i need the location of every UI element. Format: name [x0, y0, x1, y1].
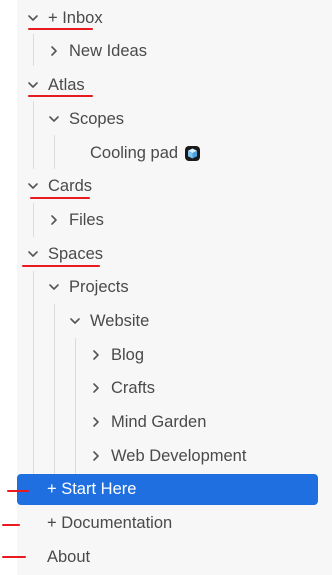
- tree-item-about[interactable]: About: [17, 541, 318, 573]
- chevron-down-icon[interactable]: [47, 280, 61, 294]
- tree-item-label: + Documentation: [47, 513, 173, 532]
- chevron-down-icon[interactable]: [26, 11, 40, 25]
- chevron-right-icon[interactable]: [47, 213, 61, 227]
- chevron-down-icon[interactable]: [68, 314, 82, 328]
- tree-item-label: About: [47, 547, 91, 566]
- tree-item-label: Spaces: [48, 244, 104, 263]
- tree-item-label: Crafts: [111, 378, 156, 397]
- chevron-right-icon[interactable]: [89, 348, 103, 362]
- annotation-dash: [2, 524, 20, 526]
- tree-item-cooling-pad[interactable]: Cooling pad: [17, 137, 318, 169]
- tree-item-crafts[interactable]: Crafts: [17, 372, 318, 404]
- cube-icon: [184, 145, 201, 162]
- tree-item-label: Files: [69, 210, 104, 229]
- tree-item-web-development[interactable]: Web Development: [17, 440, 318, 472]
- chevron-right-icon[interactable]: [89, 415, 103, 429]
- tree-item-label: Website: [90, 311, 150, 330]
- tree-item-label: + Inbox: [48, 8, 103, 27]
- annotation-underline: [28, 28, 93, 30]
- tree-item-label: Cooling pad: [90, 143, 179, 162]
- tree-item-files[interactable]: Files: [17, 204, 318, 236]
- tree-item-mind-garden[interactable]: Mind Garden: [17, 406, 318, 438]
- chevron-down-icon[interactable]: [26, 247, 40, 261]
- tree-item-label: Cards: [48, 176, 93, 195]
- tree-item-scopes[interactable]: Scopes: [17, 103, 318, 135]
- annotation-underline: [30, 197, 90, 199]
- chevron-right-icon[interactable]: [89, 449, 103, 463]
- tree-item-label: Blog: [111, 345, 145, 364]
- tree-item-label: + Start Here: [47, 480, 137, 498]
- chevron-right-icon[interactable]: [47, 44, 61, 58]
- chevron-down-icon[interactable]: [47, 112, 61, 126]
- chevron-down-icon[interactable]: [26, 179, 40, 193]
- tree-item-label: New Ideas: [69, 41, 147, 60]
- tree-item-label: Mind Garden: [111, 412, 207, 431]
- tree-item-label: Atlas: [48, 75, 85, 94]
- tree-item-label: Projects: [69, 277, 129, 296]
- tree-item-blog[interactable]: Blog: [17, 339, 318, 371]
- annotation-dash: [2, 556, 26, 558]
- tree-item-label: Scopes: [69, 109, 125, 128]
- annotation-dash: [7, 490, 29, 492]
- chevron-down-icon[interactable]: [26, 78, 40, 92]
- chevron-right-icon[interactable]: [89, 381, 103, 395]
- screenshot: + Inbox New Ideas Atlas Scopes Cooling p…: [0, 0, 332, 575]
- tree-item-new-ideas[interactable]: New Ideas: [17, 35, 318, 67]
- tree-item-start-here[interactable]: + Start Here: [17, 474, 318, 505]
- tree-item-projects[interactable]: Projects: [17, 271, 318, 303]
- tree-item-label: Web Development: [111, 446, 247, 465]
- annotation-underline: [28, 95, 93, 97]
- annotation-underline: [22, 265, 100, 267]
- tree-item-website[interactable]: Website: [17, 305, 318, 337]
- tree-item-documentation[interactable]: + Documentation: [17, 507, 318, 539]
